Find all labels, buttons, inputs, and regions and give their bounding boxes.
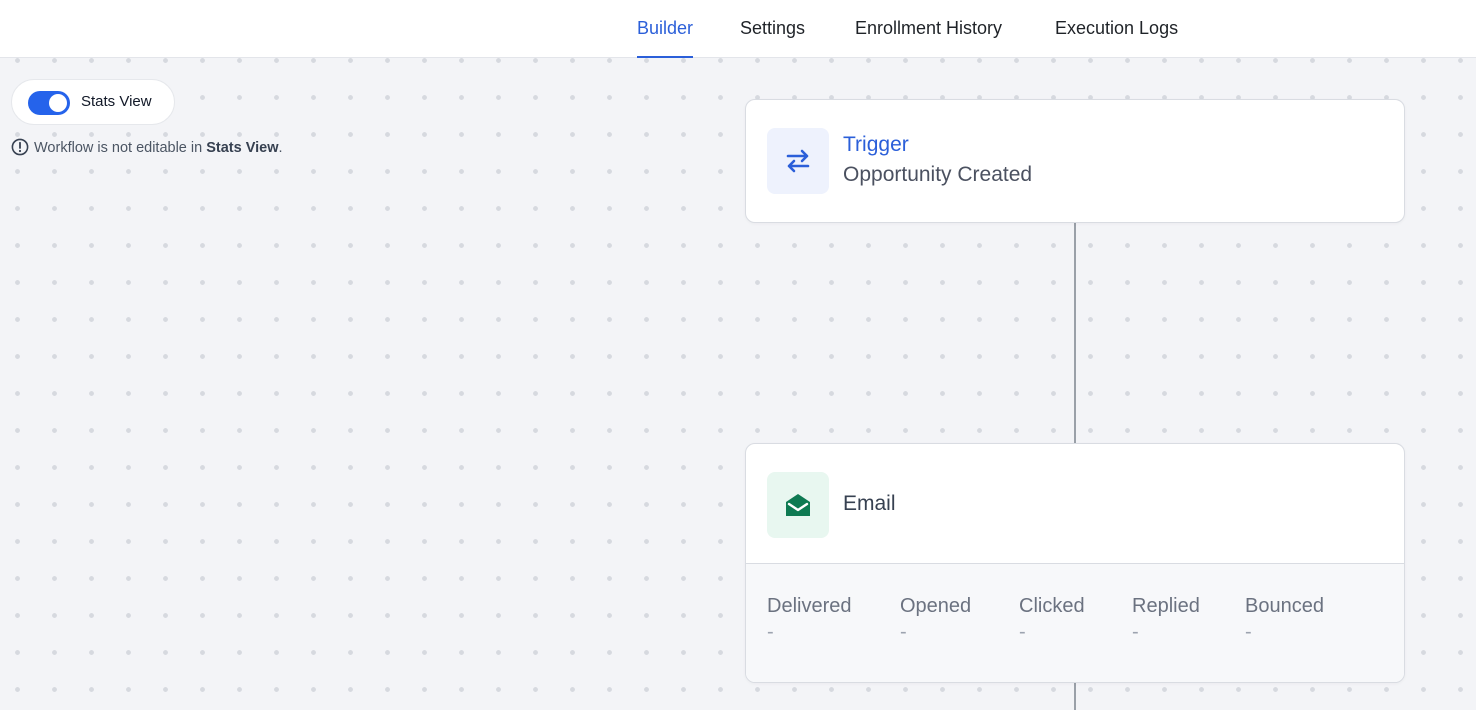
connector-line — [1074, 222, 1076, 444]
email-title: Email — [843, 492, 896, 515]
stat-value: - — [1132, 621, 1139, 643]
stat-value: - — [1245, 621, 1252, 643]
arrows-swap-icon — [786, 149, 810, 173]
tab-execution-logs[interactable]: Execution Logs — [1055, 0, 1178, 58]
open-envelope-icon — [786, 494, 810, 516]
top-navigation: Builder Settings Enrollment History Exec… — [0, 0, 1476, 58]
stat-clicked: Clicked - — [1019, 594, 1085, 646]
stats-view-toggle[interactable] — [28, 91, 70, 115]
stat-replied: Replied - — [1132, 594, 1200, 646]
trigger-subtitle: Opportunity Created — [843, 163, 1033, 186]
trigger-title: Trigger — [843, 133, 909, 156]
stat-bounced: Bounced - — [1245, 594, 1324, 646]
stat-label: Replied — [1132, 595, 1200, 617]
tab-builder[interactable]: Builder — [637, 0, 694, 58]
notice-suffix: . — [278, 140, 283, 156]
trigger-node[interactable]: Trigger Opportunity Created — [745, 99, 1405, 223]
info-circle-icon — [11, 138, 29, 156]
stat-value: - — [767, 621, 774, 643]
stat-value: - — [1019, 621, 1026, 643]
notice-emphasis: Stats View — [206, 140, 279, 156]
stat-label: Opened — [900, 595, 972, 617]
email-node[interactable]: Email Delivered - Opened - Clicked - Rep… — [745, 443, 1405, 683]
stats-view-label: Stats View — [81, 93, 152, 110]
stats-view-control: Stats View — [11, 79, 175, 125]
toggle-knob — [49, 94, 67, 112]
stat-opened: Opened - — [900, 594, 971, 646]
stat-label: Bounced — [1245, 595, 1324, 617]
tab-settings[interactable]: Settings — [740, 0, 805, 58]
connector-line-bottom — [1074, 682, 1076, 710]
tab-enrollment-history[interactable]: Enrollment History — [855, 0, 1002, 58]
stat-label: Clicked — [1019, 595, 1085, 617]
stat-value: - — [900, 621, 907, 643]
notice-text: Workflow is not editable in — [34, 140, 207, 156]
stat-label: Delivered — [767, 595, 852, 617]
email-stats: Delivered - Opened - Clicked - Replied -… — [746, 563, 1404, 682]
email-icon-box — [767, 472, 829, 538]
stat-delivered: Delivered - — [767, 594, 851, 646]
not-editable-notice: Workflow is not editable in Stats View. — [11, 138, 283, 156]
trigger-icon-box — [767, 128, 829, 194]
